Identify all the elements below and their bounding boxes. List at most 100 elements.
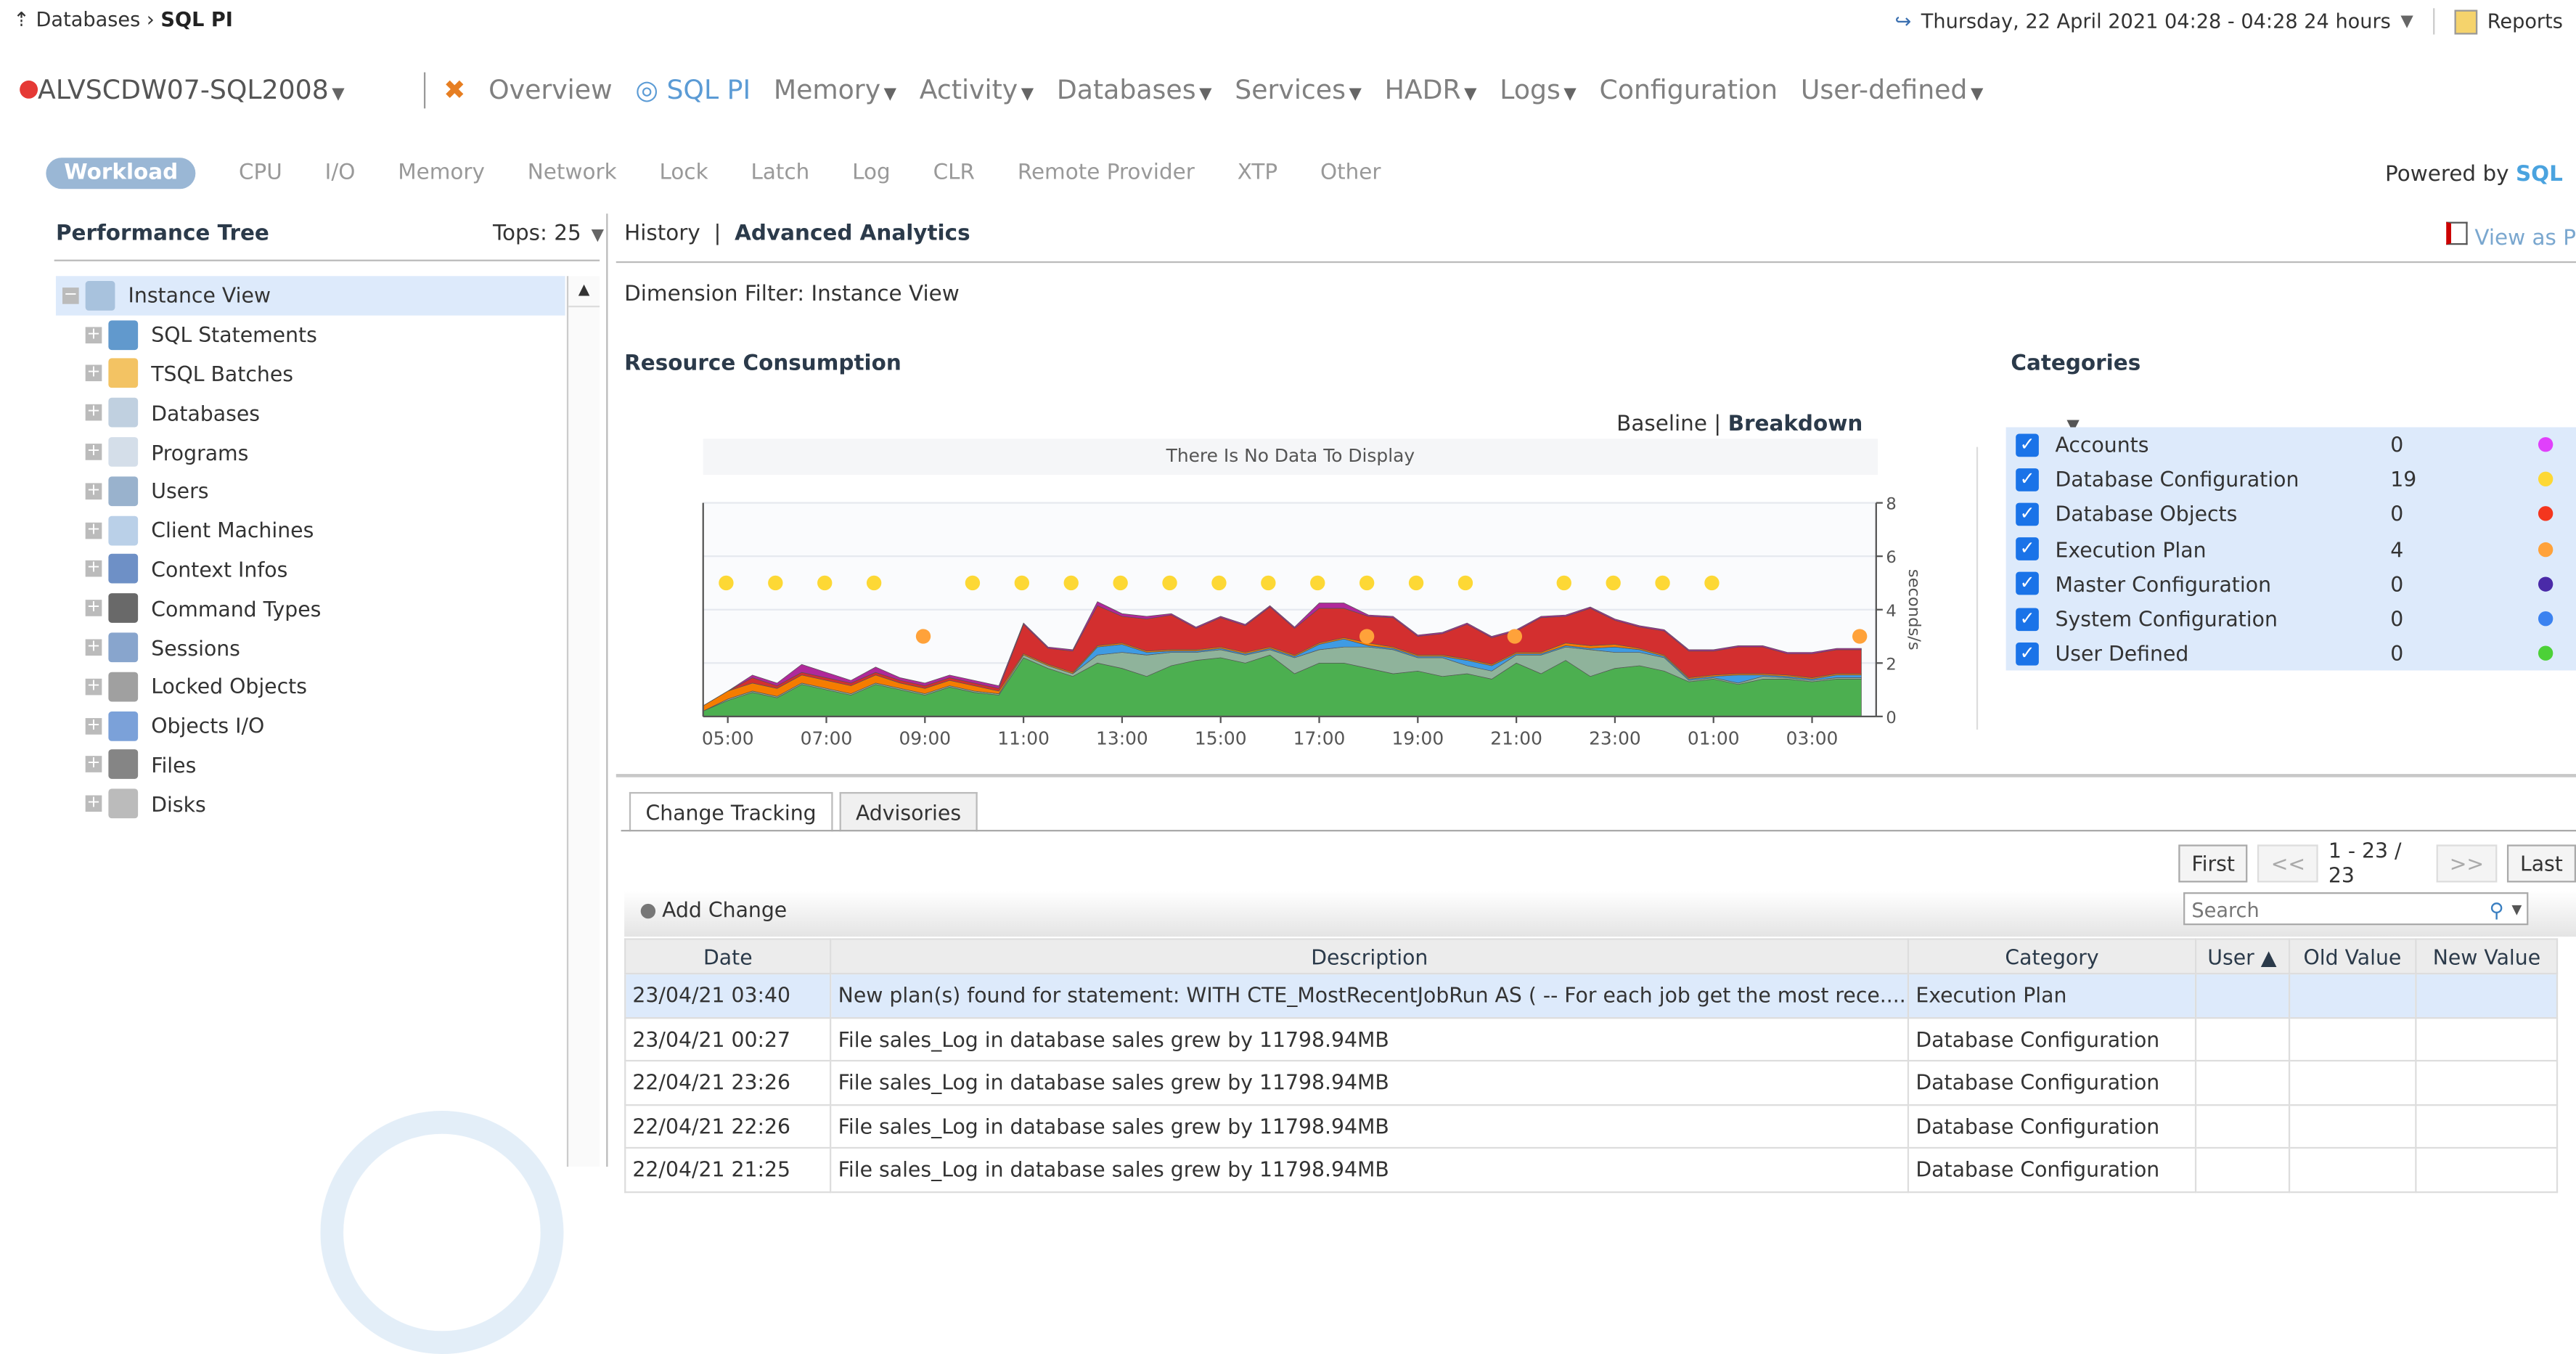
tree-item-objects-i-o[interactable]: + Objects I/O — [56, 706, 565, 746]
subnav-tab-log[interactable]: Log — [852, 161, 891, 186]
baseline-link[interactable]: Baseline — [1616, 412, 1707, 437]
category-checkbox[interactable]: ✓ — [2016, 607, 2039, 631]
category-checkbox[interactable]: ✓ — [2016, 468, 2039, 492]
search-input[interactable]: Search ⚲ ▼ — [2183, 892, 2529, 926]
table-row[interactable]: 22/04/21 21:25 File sales_Log in database… — [624, 1146, 2559, 1193]
y-tick-label: 0 — [1886, 709, 1896, 727]
tab-change-tracking[interactable]: Change Tracking — [629, 791, 833, 832]
tree-item-instance-view[interactable]: − Instance View — [55, 276, 565, 316]
nav-item-memory[interactable]: Memory ▼ — [774, 74, 896, 105]
search-icon[interactable]: ⚲ — [2490, 894, 2504, 926]
nav-item-label: Configuration — [1599, 73, 1778, 105]
expand-icon[interactable]: + — [85, 521, 102, 539]
x-tick-label: 21:00 — [1490, 727, 1542, 749]
table-row[interactable]: 22/04/21 22:26 File sales_Log in database… — [624, 1103, 2559, 1149]
tree-item-command-types[interactable]: + Command Types — [56, 589, 565, 628]
table-row[interactable]: 23/04/21 03:40 New plan(s) found for stat… — [624, 972, 2559, 1019]
table-cell — [2194, 1059, 2290, 1106]
tops-selector[interactable]: Tops: 25 ▼ — [493, 222, 604, 247]
next-page-button[interactable]: >> — [2436, 844, 2498, 882]
category-checkbox[interactable]: ✓ — [2016, 537, 2039, 561]
tree-item-locked-objects[interactable]: + Locked Objects — [56, 667, 565, 706]
panel-divider[interactable] — [606, 213, 608, 1167]
breadcrumb-parent[interactable]: Databases — [36, 8, 141, 31]
expand-icon[interactable]: + — [85, 560, 102, 578]
category-checkbox[interactable]: ✓ — [2016, 572, 2039, 596]
column-header[interactable]: Old Value — [2287, 938, 2418, 975]
expand-icon[interactable]: + — [85, 677, 102, 696]
instance-selector[interactable]: ALVSCDW07-SQL2008 ▼ — [20, 74, 345, 105]
table-row[interactable]: 23/04/21 00:27 File sales_Log in database… — [624, 1016, 2559, 1062]
nav-item-hadr[interactable]: HADR ▼ — [1385, 74, 1477, 105]
expand-icon[interactable]: + — [85, 326, 102, 343]
expand-icon[interactable]: + — [85, 638, 102, 656]
category-checkbox[interactable]: ✓ — [2016, 642, 2039, 666]
nav-item-databases[interactable]: Databases ▼ — [1057, 74, 1212, 105]
table-cell: Database Configuration — [1908, 1016, 2196, 1062]
subnav-tab-network[interactable]: Network — [528, 161, 617, 186]
nav-item-sql-pi[interactable]: ◎ SQL PI — [635, 74, 751, 105]
column-header[interactable]: User ▲ — [2194, 938, 2290, 975]
advanced-analytics-link[interactable]: Advanced Analytics — [735, 222, 970, 247]
nav-item-services[interactable]: Services ▼ — [1235, 74, 1362, 105]
nav-item-configuration[interactable]: Configuration — [1600, 74, 1778, 105]
subnav-tab-other[interactable]: Other — [1320, 161, 1381, 186]
prev-page-button[interactable]: << — [2257, 844, 2319, 882]
tree-item-programs[interactable]: + Programs — [56, 433, 565, 472]
change-marker — [1852, 629, 1868, 644]
subnav-tab-xtp[interactable]: XTP — [1238, 161, 1277, 186]
time-range-selector[interactable]: Thursday, 22 April 2021 04:28 - 04:28 24… — [1921, 10, 2391, 33]
expand-icon[interactable]: + — [85, 364, 102, 383]
tree-item-tsql-batches[interactable]: + TSQL Batches — [56, 354, 565, 393]
chevron-down-icon[interactable]: ▼ — [2400, 12, 2413, 30]
subnav-tab-lock[interactable]: Lock — [660, 161, 708, 186]
nav-item-user-defined[interactable]: User-defined ▼ — [1801, 74, 1984, 105]
tree-item-sessions[interactable]: + Sessions — [56, 628, 565, 667]
expand-icon[interactable]: + — [85, 756, 102, 773]
breakdown-link[interactable]: Breakdown — [1728, 412, 1863, 437]
expand-icon[interactable]: + — [85, 795, 102, 812]
subnav-tab-remote-provider[interactable]: Remote Provider — [1018, 161, 1195, 186]
category-checkbox[interactable]: ✓ — [2016, 502, 2039, 526]
add-change-button[interactable]: Add Change — [640, 897, 787, 922]
tree-scrollbar[interactable]: ▲ — [566, 276, 600, 1167]
view-as-pdf-link[interactable]: View as P — [2446, 221, 2576, 251]
expand-icon[interactable]: + — [85, 600, 102, 617]
subnav-tab-workload[interactable]: Workload — [46, 158, 197, 189]
collapse-icon[interactable]: − — [62, 287, 79, 304]
tree-item-disks[interactable]: + Disks — [56, 784, 565, 823]
column-header[interactable]: Description — [830, 938, 1910, 975]
table-cell: 23/04/21 00:27 — [624, 1016, 832, 1062]
table-cell: Execution Plan — [1908, 972, 2196, 1019]
expand-icon[interactable]: + — [85, 443, 102, 460]
scroll-up-icon[interactable]: ▲ — [568, 276, 600, 308]
tree-item-sql-statements[interactable]: + SQL Statements — [56, 315, 565, 354]
last-page-button[interactable]: Last — [2506, 844, 2576, 882]
tab-advisories[interactable]: Advisories — [839, 791, 978, 832]
expand-icon[interactable]: + — [85, 404, 102, 422]
nav-item-activity[interactable]: Activity ▼ — [920, 74, 1034, 105]
subnav-tab-clr[interactable]: CLR — [933, 161, 975, 186]
tree-item-context-infos[interactable]: + Context Infos — [56, 550, 565, 589]
tree-item-users[interactable]: + Users — [56, 472, 565, 511]
nav-item-logs[interactable]: Logs ▼ — [1500, 74, 1577, 105]
column-header[interactable]: Date — [624, 938, 832, 975]
category-checkbox[interactable]: ✓ — [2016, 433, 2039, 457]
tree-item-client-machines[interactable]: + Client Machines — [56, 510, 565, 550]
subnav-tab-latch[interactable]: Latch — [751, 161, 809, 186]
tree-item-databases[interactable]: + Databases — [56, 393, 565, 433]
chevron-down-icon[interactable]: ▼ — [2511, 894, 2522, 926]
nav-item-overview[interactable]: Overview — [488, 74, 612, 105]
expand-icon[interactable]: + — [85, 717, 102, 734]
history-link[interactable]: History — [624, 222, 700, 247]
tree-item-files[interactable]: + Files — [56, 746, 565, 785]
column-header[interactable]: New Value — [2415, 938, 2559, 975]
column-header[interactable]: Category — [1908, 938, 2196, 975]
table-row[interactable]: 22/04/21 23:26 File sales_Log in database… — [624, 1059, 2559, 1106]
expand-icon[interactable]: + — [85, 482, 102, 499]
reports-button[interactable]: Reports — [2487, 10, 2563, 33]
subnav-tab-memory[interactable]: Memory — [398, 161, 485, 186]
subnav-tab-i-o[interactable]: I/O — [325, 161, 356, 186]
first-page-button[interactable]: First — [2178, 844, 2249, 882]
subnav-tab-cpu[interactable]: CPU — [239, 161, 282, 186]
